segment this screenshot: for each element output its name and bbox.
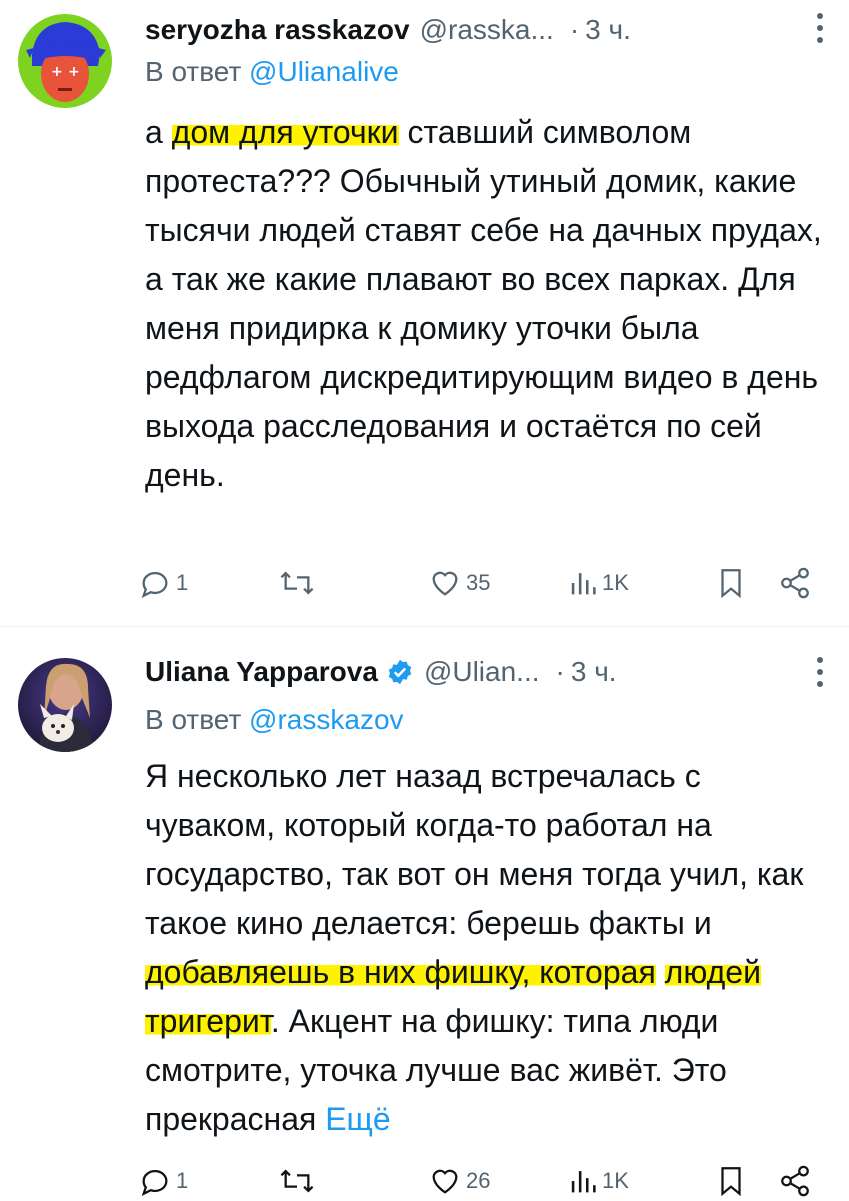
tweet-header: Uliana Yapparova @Ulian... · 3 ч. [145,652,617,692]
share-icon [781,567,809,599]
bookmark-icon [721,569,741,599]
reply-mention-link[interactable]: @rasskazov [249,704,403,735]
bookmark-button[interactable] [716,563,746,603]
share-icon [781,1165,809,1197]
bookmark-button[interactable] [716,1161,746,1201]
views-icon [571,573,596,595]
show-more-link[interactable]: Ещё [325,1101,390,1137]
tweet-text: Я несколько лет назад встречалась с чува… [145,752,835,1144]
handle[interactable]: @Ulian... [424,656,540,688]
reply-count: 1 [176,1168,189,1193]
timestamp[interactable]: 3 ч. [585,14,631,46]
like-count: 26 [466,1168,491,1193]
tweet-divider [0,626,849,627]
text-segment: ставший символом протеста??? Обычный ути… [145,114,822,493]
reply-to-line: В ответ @rasskazov [145,704,404,736]
separator-dot: · [569,14,580,45]
more-options-icon[interactable] [815,652,825,692]
reply-prefix: В ответ [145,704,242,735]
repost-button[interactable] [278,1161,320,1201]
action-bar: 1 26 1K [138,1161,828,1201]
like-icon [432,1169,458,1194]
views-button[interactable]: 1K [568,1161,629,1201]
repost-button[interactable] [278,563,320,603]
like-button[interactable]: 26 [428,1161,490,1201]
like-count: 35 [466,570,491,595]
svg-text:+: + [68,64,80,80]
tweet-text: а дом для уточки ставший символом протес… [145,108,835,500]
views-count: 1K [602,570,629,595]
reply-icon [141,572,168,598]
svg-text:+: + [51,64,63,80]
tweet-header: seryozha rasskazov @rasska... · 3 ч. [145,10,631,50]
reply-count: 1 [176,570,189,595]
separator-dot: · [555,656,565,687]
avatar-illustration-icon: + + [18,14,112,108]
timestamp[interactable]: 3 ч. [571,656,617,688]
text-segment: а [145,114,172,150]
highlighted-text: добавляешь в них фишку, которая [145,954,656,990]
bookmark-icon [721,1167,741,1197]
repost-icon [280,571,314,595]
avatar[interactable]: + + [18,14,112,108]
action-bar: 1 35 1K [138,563,828,603]
reply-to-line: В ответ @Ulianalive [145,56,399,88]
reply-button[interactable]: 1 [138,1161,188,1201]
views-count: 1K [602,1168,629,1193]
reply-icon [141,1170,168,1196]
reply-button[interactable]: 1 [138,563,188,603]
highlighted-text: дом для уточки [171,114,399,150]
text-segment: Я несколько лет назад встречалась с чува… [145,758,804,941]
tweet-uliana[interactable]: Uliana Yapparova @Ulian... · 3 ч. В отве… [0,640,849,1200]
tweet-seryozha[interactable]: + + seryozha rasskazov @rasska... · 3 ч.… [0,0,849,620]
like-button[interactable]: 35 [428,563,490,603]
reply-prefix: В ответ [145,56,242,87]
text-segment [656,954,665,990]
avatar-photo-icon [18,658,112,752]
views-icon [571,1171,596,1193]
views-button[interactable]: 1K [568,563,629,603]
share-button[interactable] [778,1161,812,1201]
verified-badge-icon[interactable] [386,658,414,686]
like-icon [432,571,458,596]
more-options-icon[interactable] [815,8,825,48]
display-name[interactable]: seryozha rasskazov [145,14,410,46]
reply-mention-link[interactable]: @Ulianalive [249,56,399,87]
handle[interactable]: @rasska... [420,14,554,46]
avatar[interactable] [18,658,112,752]
share-button[interactable] [778,563,812,603]
repost-icon [280,1169,314,1193]
display-name[interactable]: Uliana Yapparova [145,656,378,688]
